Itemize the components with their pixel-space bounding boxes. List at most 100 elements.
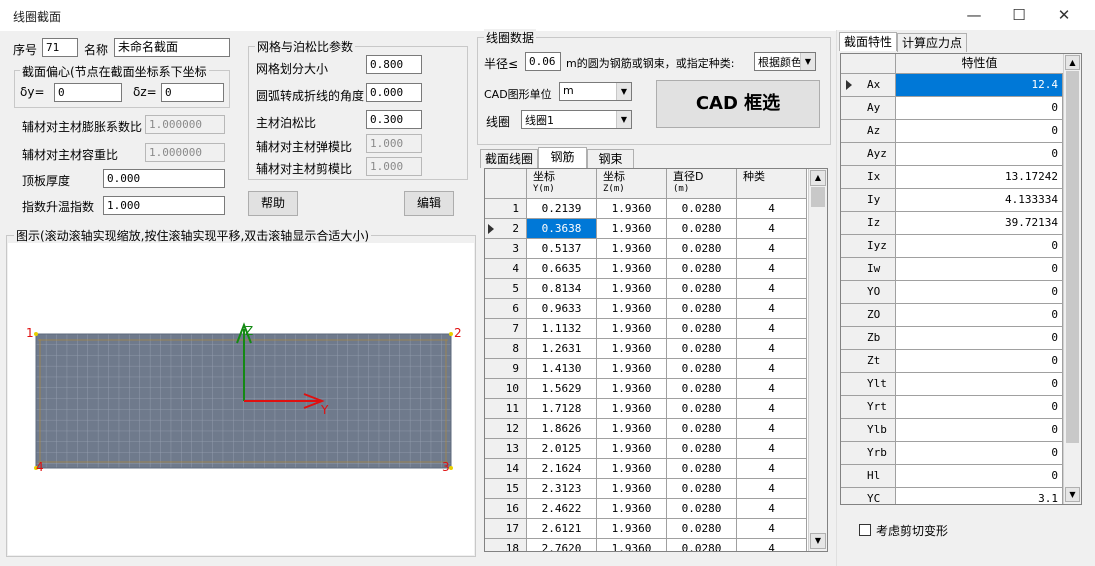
rebar-row-number[interactable]: 5 [485,279,527,299]
rebar-cell[interactable]: 4 [737,479,807,499]
scroll-down-icon[interactable]: ▼ [1065,487,1080,502]
rebar-cell[interactable]: 0.0280 [667,359,737,379]
property-scrollbar[interactable]: ▲ ▼ [1063,54,1081,504]
rebar-cell[interactable]: 1.9360 [597,359,667,379]
rebar-row-number[interactable]: 4 [485,259,527,279]
elastic-ratio-field[interactable]: 1.000 [366,134,422,153]
rebar-row-number[interactable]: 15 [485,479,527,499]
rebar-cell[interactable]: 4 [737,499,807,519]
rebar-row-number[interactable]: 3 [485,239,527,259]
tab-tendon[interactable]: 钢束 [587,149,634,168]
rebar-cell[interactable]: 0.0280 [667,219,737,239]
property-value[interactable]: 0 [896,304,1063,327]
rebar-cell[interactable]: 4 [737,339,807,359]
rebar-cell[interactable]: 0.0280 [667,259,737,279]
rebar-cell[interactable]: 1.9360 [597,519,667,539]
rebar-cell[interactable]: 4 [737,519,807,539]
rebar-cell[interactable]: 0.0280 [667,239,737,259]
rebar-row-number[interactable]: 10 [485,379,527,399]
rebar-row-number[interactable]: 18 [485,539,527,551]
scroll-up-icon[interactable]: ▲ [810,170,826,186]
seq-field[interactable]: 71 [42,38,78,57]
rebar-cell[interactable]: 4 [737,299,807,319]
rebar-cell[interactable]: 1.9360 [597,299,667,319]
property-value[interactable]: 3.1 [896,488,1063,504]
rebar-cell[interactable]: 4 [737,539,807,551]
rebar-cell[interactable]: 0.0280 [667,279,737,299]
rebar-cell[interactable]: 1.9360 [597,479,667,499]
rebar-table[interactable]: 坐标 Y(m) 坐标 Z(m) 直径D (m) 种类 1 0.2139 1.9360 0.0280 4… [484,168,828,552]
scroll-down-icon[interactable]: ▼ [810,533,826,549]
rebar-cell[interactable]: 2.1624 [527,459,597,479]
rebar-cell[interactable]: 1.9360 [597,219,667,239]
rebar-cell[interactable]: 1.9360 [597,239,667,259]
property-value[interactable]: 0 [896,281,1063,304]
temp-index-field[interactable]: 1.000 [103,196,225,215]
name-field[interactable]: 未命名截面 [114,38,230,57]
rebar-cell[interactable]: 0.8134 [527,279,597,299]
rebar-cell[interactable]: 4 [737,319,807,339]
rebar-cell[interactable]: 4 [737,439,807,459]
property-value[interactable]: 0 [896,396,1063,419]
shear-checkbox[interactable] [859,524,871,536]
rebar-cell[interactable]: 1.4130 [527,359,597,379]
rebar-cell[interactable]: 0.0280 [667,519,737,539]
rebar-cell[interactable]: 1.9360 [597,499,667,519]
scroll-up-icon[interactable]: ▲ [1065,55,1080,70]
property-value[interactable]: 13.17242 [896,166,1063,189]
rebar-row-number[interactable]: 8 [485,339,527,359]
rebar-cell[interactable]: 0.0280 [667,299,737,319]
rebar-row-number[interactable]: 14 [485,459,527,479]
weight-ratio-field[interactable]: 1.000000 [145,143,225,162]
dz-field[interactable]: 0 [161,83,224,102]
rebar-cell[interactable]: 1.9360 [597,319,667,339]
rebar-cell[interactable]: 4 [737,239,807,259]
minimize-icon[interactable]: — [951,0,997,31]
dy-field[interactable]: 0 [54,83,122,102]
rebar-cell[interactable]: 2.7620 [527,539,597,551]
rebar-cell[interactable]: 2.0125 [527,439,597,459]
rebar-cell[interactable]: 1.9360 [597,419,667,439]
rebar-cell[interactable]: 1.9360 [597,459,667,479]
cad-unit-select[interactable]: m ▼ [559,82,632,101]
rebar-cell[interactable]: 1.5629 [527,379,597,399]
rebar-row-number[interactable]: 11 [485,399,527,419]
rebar-cell[interactable]: 1.9360 [597,399,667,419]
rebar-cell[interactable]: 0.2139 [527,199,597,219]
rebar-cell[interactable]: 1.7128 [527,399,597,419]
rebar-cell[interactable]: 0.0280 [667,439,737,459]
help-button[interactable]: 帮助 [248,191,298,216]
rebar-row-number[interactable]: 12 [485,419,527,439]
kind-select[interactable]: 根据颜色 ▼ [754,52,816,71]
rebar-cell[interactable]: 0.0280 [667,539,737,551]
rebar-cell[interactable]: 1.1132 [527,319,597,339]
property-value[interactable]: 0 [896,373,1063,396]
rebar-cell[interactable]: 0.0280 [667,319,737,339]
cad-select-button[interactable]: CAD 框选 [656,80,820,128]
rebar-cell[interactable]: 2.6121 [527,519,597,539]
rebar-cell[interactable]: 0.0280 [667,499,737,519]
rebar-row-number[interactable]: 9 [485,359,527,379]
property-value[interactable]: 0 [896,143,1063,166]
rebar-cell[interactable]: 1.2631 [527,339,597,359]
property-value[interactable]: 0 [896,350,1063,373]
tab-stress-points[interactable]: 计算应力点 [897,33,967,52]
rebar-cell[interactable]: 4 [737,399,807,419]
rebar-cell[interactable]: 0.0280 [667,479,737,499]
rebar-row-number[interactable]: 1 [485,199,527,219]
rebar-row-number[interactable]: 17 [485,519,527,539]
rebar-cell[interactable]: 1.9360 [597,259,667,279]
rebar-row-number[interactable]: 16 [485,499,527,519]
property-value[interactable]: 0 [896,419,1063,442]
property-value[interactable]: 0 [896,442,1063,465]
tab-section-props[interactable]: 截面特性 [839,32,897,51]
rebar-cell[interactable]: 4 [737,379,807,399]
tab-rebar[interactable]: 钢筋 [538,147,587,168]
property-table[interactable]: 特性值 Ax 12.4 Ay 0 Az 0 Ayz 0 Ix 13.17242 Iy 4.133334… [840,53,1082,505]
rebar-cell[interactable]: 0.6635 [527,259,597,279]
rebar-cell[interactable]: 0.0280 [667,379,737,399]
rebar-cell[interactable]: 4 [737,219,807,239]
plate-thickness-field[interactable]: 0.000 [103,169,225,188]
arc-angle-field[interactable]: 0.000 [366,83,422,102]
scroll-thumb[interactable] [811,187,825,207]
